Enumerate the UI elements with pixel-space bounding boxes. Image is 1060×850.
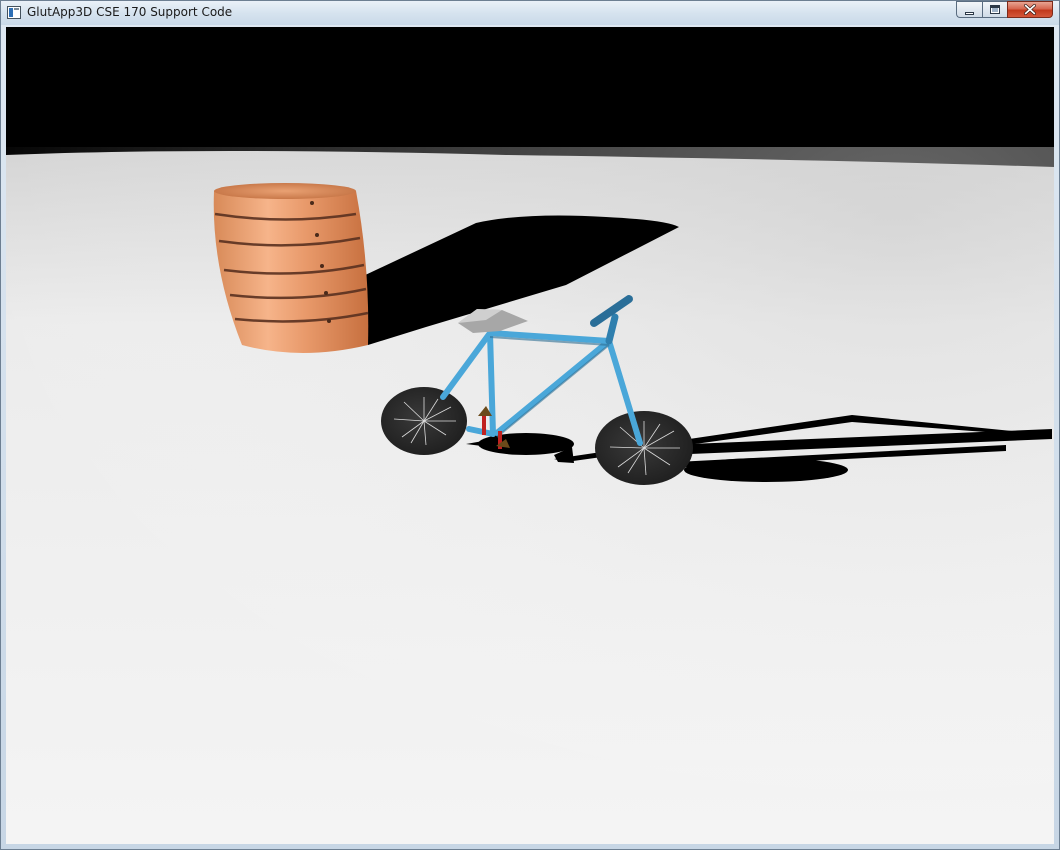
title-bar[interactable]: GlutApp3D CSE 170 Support Code xyxy=(1,1,1059,25)
wooden-barrel xyxy=(213,183,369,353)
window-title: GlutApp3D CSE 170 Support Code xyxy=(27,5,233,19)
maximize-icon xyxy=(990,5,1000,14)
app-window-icon[interactable] xyxy=(7,6,21,19)
close-icon xyxy=(1024,4,1036,15)
3d-scene xyxy=(6,147,1054,844)
app-window: GlutApp3D CSE 170 Support Code xyxy=(0,0,1060,850)
minimize-icon xyxy=(965,12,974,15)
minimize-button[interactable] xyxy=(956,1,982,18)
close-button[interactable] xyxy=(1007,1,1053,18)
maximize-button[interactable] xyxy=(982,1,1007,18)
opengl-viewport[interactable] xyxy=(6,27,1054,844)
caption-buttons xyxy=(956,1,1053,19)
